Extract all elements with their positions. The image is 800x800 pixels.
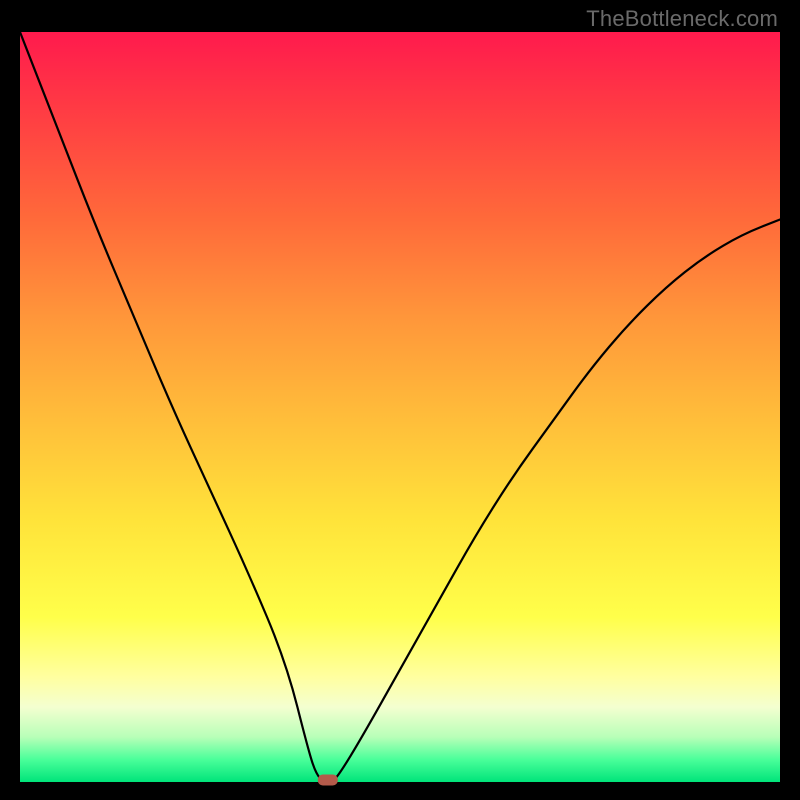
curve-svg: [20, 32, 780, 782]
watermark-text: TheBottleneck.com: [586, 6, 778, 32]
minimum-marker: [318, 775, 338, 786]
bottleneck-curve: [20, 32, 780, 782]
chart-frame: TheBottleneck.com: [0, 0, 800, 800]
plot-area: [20, 32, 780, 782]
